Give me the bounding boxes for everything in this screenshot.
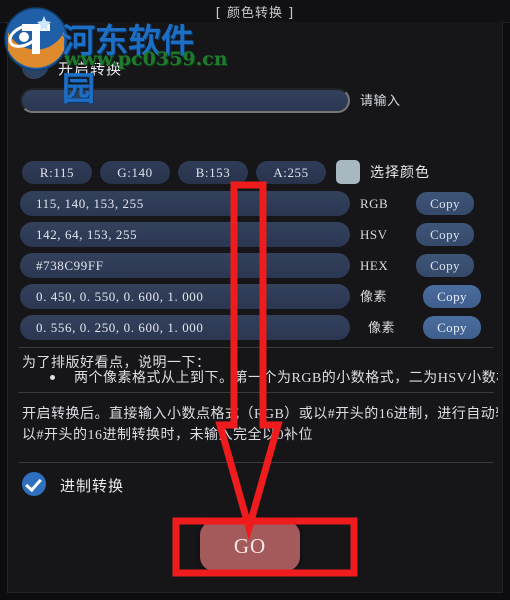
format-row-hex: #738C99FF HEX Copy (8, 253, 504, 283)
color-converter-window: [ 颜色转换 ] 开启转换 请输入 R:115 G:140 B:153 A:25… (0, 0, 510, 600)
format-row-pixel-rgb: 0. 450, 0. 550, 0. 600, 1. 000 像素 Copy (8, 284, 504, 314)
divider-top (18, 347, 494, 348)
explanation-paragraph-line2: 以#开头的16进制转换时，未输入完全以0补位 (22, 428, 313, 443)
format-row-hsv: 142, 64, 153, 255 HSV Copy (8, 222, 504, 252)
copy-button-pixel-hsv[interactable]: Copy (423, 316, 481, 339)
copy-button-hex[interactable]: Copy (416, 254, 474, 277)
go-button[interactable]: GO (200, 521, 300, 571)
color-swatch[interactable] (336, 160, 360, 184)
bullet-icon (50, 375, 55, 380)
choose-color-label: 选择颜色 (370, 166, 430, 181)
base-conversion-label: 进制转换 (60, 479, 125, 495)
base-conversion-checkbox[interactable] (22, 472, 46, 496)
format-value-pixel-hsv[interactable]: 0. 556, 0. 250, 0. 600, 1. 000 (20, 315, 350, 340)
format-row-pixel-hsv: 0. 556, 0. 250, 0. 600, 1. 000 像素 Copy (8, 315, 504, 345)
format-value-pixel-rgb[interactable]: 0. 450, 0. 550, 0. 600, 1. 000 (20, 284, 350, 309)
copy-button-rgb[interactable]: Copy (416, 192, 474, 215)
channel-pill-a[interactable]: A:255 (256, 161, 326, 184)
divider-middle (18, 392, 494, 393)
channel-pill-b[interactable]: B:153 (178, 161, 248, 184)
watermark: 河东软件园 www.pc0359.cn (4, 4, 228, 108)
base-conversion-row[interactable]: 进制转换 (8, 472, 504, 502)
channel-pill-r[interactable]: R:115 (22, 161, 92, 184)
format-row-rgb: 115, 140, 153, 255 RGB Copy (8, 191, 504, 221)
circle-logo-icon (4, 7, 68, 78)
explanation-paragraph-line1: 开启转换后。直接输入小数点格式（RGB）或以#开头的16进制，进行自动转换 (22, 407, 498, 422)
watermark-url: www.pc0359.cn (64, 48, 228, 70)
divider-bottom (18, 462, 494, 463)
copy-button-pixel-rgb[interactable]: Copy (423, 285, 481, 308)
input-hint-label: 请输入 (360, 93, 401, 108)
format-value-hsv[interactable]: 142, 64, 153, 255 (20, 222, 350, 247)
explanation-bullet: 两个像素格式从上到下。第一个为RGB的小数格式，二为HSV小数格式 (74, 371, 498, 386)
format-value-hex[interactable]: #738C99FF (20, 253, 350, 278)
format-label-hex: HEX (360, 258, 389, 273)
format-label-hsv: HSV (360, 227, 388, 242)
format-label-pixel-rgb: 像素 (360, 289, 388, 304)
copy-button-hsv[interactable]: Copy (416, 223, 474, 246)
channel-pill-g[interactable]: G:140 (100, 161, 170, 184)
format-label-rgb: RGB (360, 196, 389, 211)
format-label-pixel-hsv: 像素 (368, 320, 396, 335)
format-value-rgb[interactable]: 115, 140, 153, 255 (20, 191, 350, 216)
